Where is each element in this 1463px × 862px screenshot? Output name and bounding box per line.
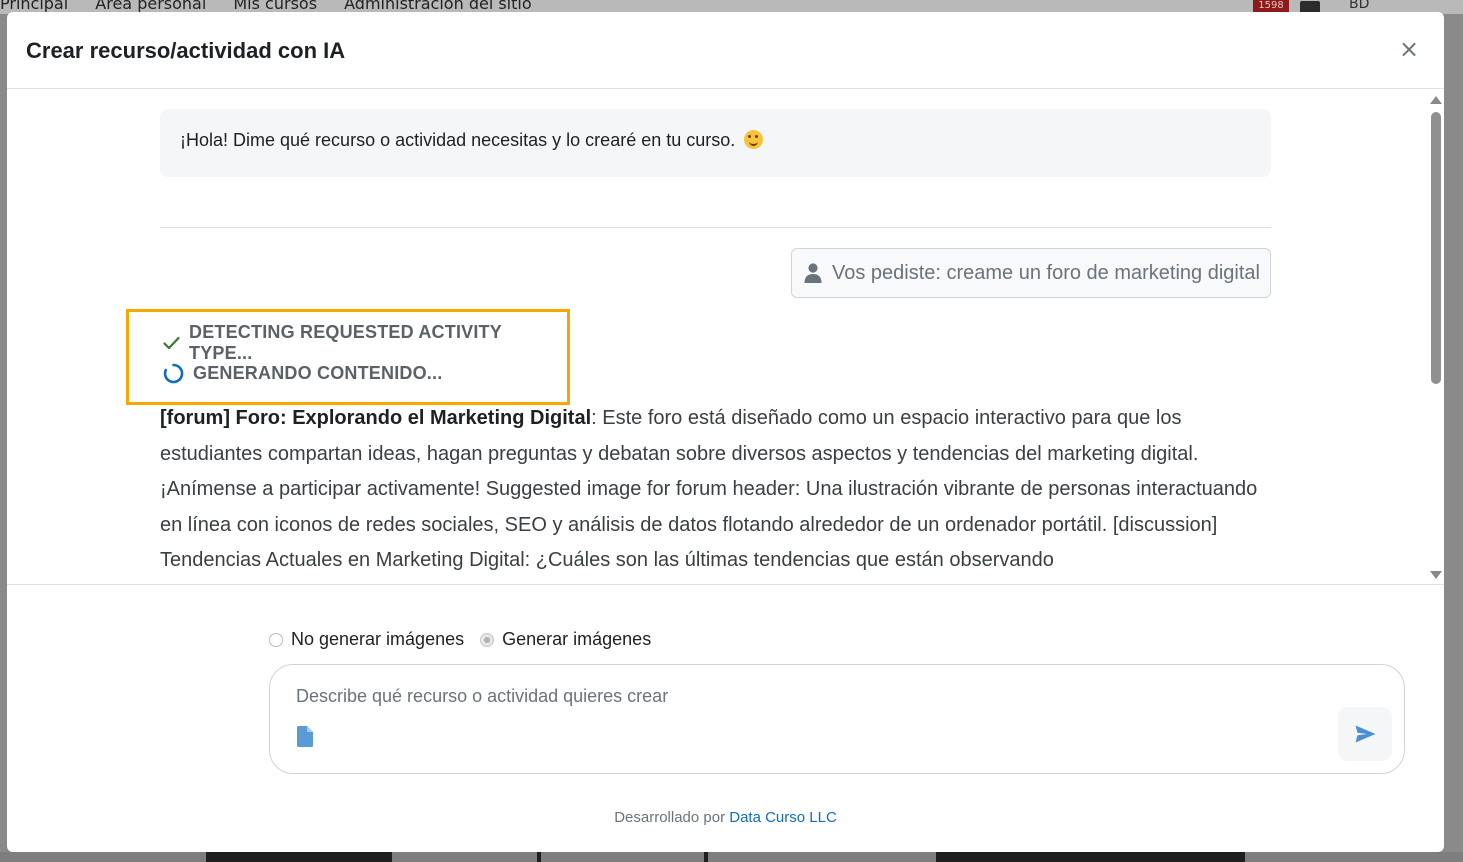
generate-images-label: Generar imágenes bbox=[502, 629, 652, 649]
step-generating: Generando contenido... bbox=[163, 363, 442, 384]
generated-content: [forum] Foro: Explorando el Marketing Di… bbox=[160, 401, 1280, 579]
progress-steps-highlight: Detecting requested activity type... Gen… bbox=[126, 309, 570, 405]
ai-create-modal: Crear recurso/actividad con IA × ¡Hola! … bbox=[7, 12, 1444, 852]
file-icon bbox=[297, 725, 313, 747]
credit-link[interactable]: Data Curso LLC bbox=[729, 809, 837, 826]
close-button[interactable]: × bbox=[1398, 35, 1420, 63]
credit-prefix: Desarrollado por bbox=[614, 809, 726, 826]
generate-images-radio[interactable]: Generar imágenes bbox=[480, 629, 651, 650]
chat-scrollbar[interactable] bbox=[1427, 90, 1444, 584]
smiling-face-icon bbox=[744, 130, 764, 149]
user-request-text: Vos pediste: creame un foro de marketing… bbox=[831, 261, 1260, 284]
background-footer-strip bbox=[0, 852, 1463, 862]
generated-heading: [forum] Foro: Explorando el Marketing Di… bbox=[160, 407, 592, 429]
greeting-text: ¡Hola! Dime qué recurso o actividad nece… bbox=[180, 130, 736, 150]
spinner-icon bbox=[163, 363, 184, 384]
prompt-composer bbox=[269, 664, 1405, 774]
modal-header: Crear recurso/actividad con IA × bbox=[7, 12, 1444, 89]
assistant-greeting: ¡Hola! Dime qué recurso o actividad nece… bbox=[160, 109, 1271, 177]
no-images-label: No generar imágenes bbox=[291, 629, 465, 649]
step-detecting-label: Detecting requested activity type... bbox=[189, 322, 502, 363]
no-images-radio[interactable]: No generar imágenes bbox=[269, 629, 464, 650]
no-images-radio-dot[interactable] bbox=[269, 632, 283, 647]
user-icon bbox=[804, 263, 822, 283]
prompt-input[interactable] bbox=[296, 683, 1336, 709]
scroll-thumb[interactable] bbox=[1431, 112, 1441, 384]
send-button[interactable] bbox=[1338, 707, 1392, 761]
user-request-bubble: Vos pediste: creame un foro de marketing… bbox=[790, 248, 1271, 298]
close-icon: × bbox=[1398, 35, 1420, 63]
generated-body: : Este foro está diseñado como un espaci… bbox=[160, 407, 1258, 571]
generate-images-radio-dot[interactable] bbox=[480, 632, 495, 647]
send-icon bbox=[1355, 725, 1375, 743]
modal-title: Crear recurso/actividad con IA bbox=[26, 38, 346, 63]
step-detecting: Detecting requested activity type... bbox=[163, 322, 567, 364]
scroll-up-arrow-icon[interactable] bbox=[1430, 96, 1442, 104]
chat-area[interactable]: ¡Hola! Dime qué recurso o actividad nece… bbox=[7, 90, 1444, 585]
user-avatar: BD bbox=[1349, 0, 1370, 12]
check-icon bbox=[163, 336, 180, 350]
image-options: No generar imágenes Generar imágenes bbox=[269, 629, 667, 650]
step-generating-label: Generando contenido... bbox=[193, 363, 443, 383]
developer-credit: Desarrollado por Data Curso LLC bbox=[7, 809, 1444, 826]
notification-badge: 1598 bbox=[1253, 0, 1289, 12]
divider bbox=[160, 227, 1271, 228]
attach-file-button[interactable] bbox=[288, 719, 322, 753]
scroll-down-arrow-icon[interactable] bbox=[1430, 571, 1442, 579]
